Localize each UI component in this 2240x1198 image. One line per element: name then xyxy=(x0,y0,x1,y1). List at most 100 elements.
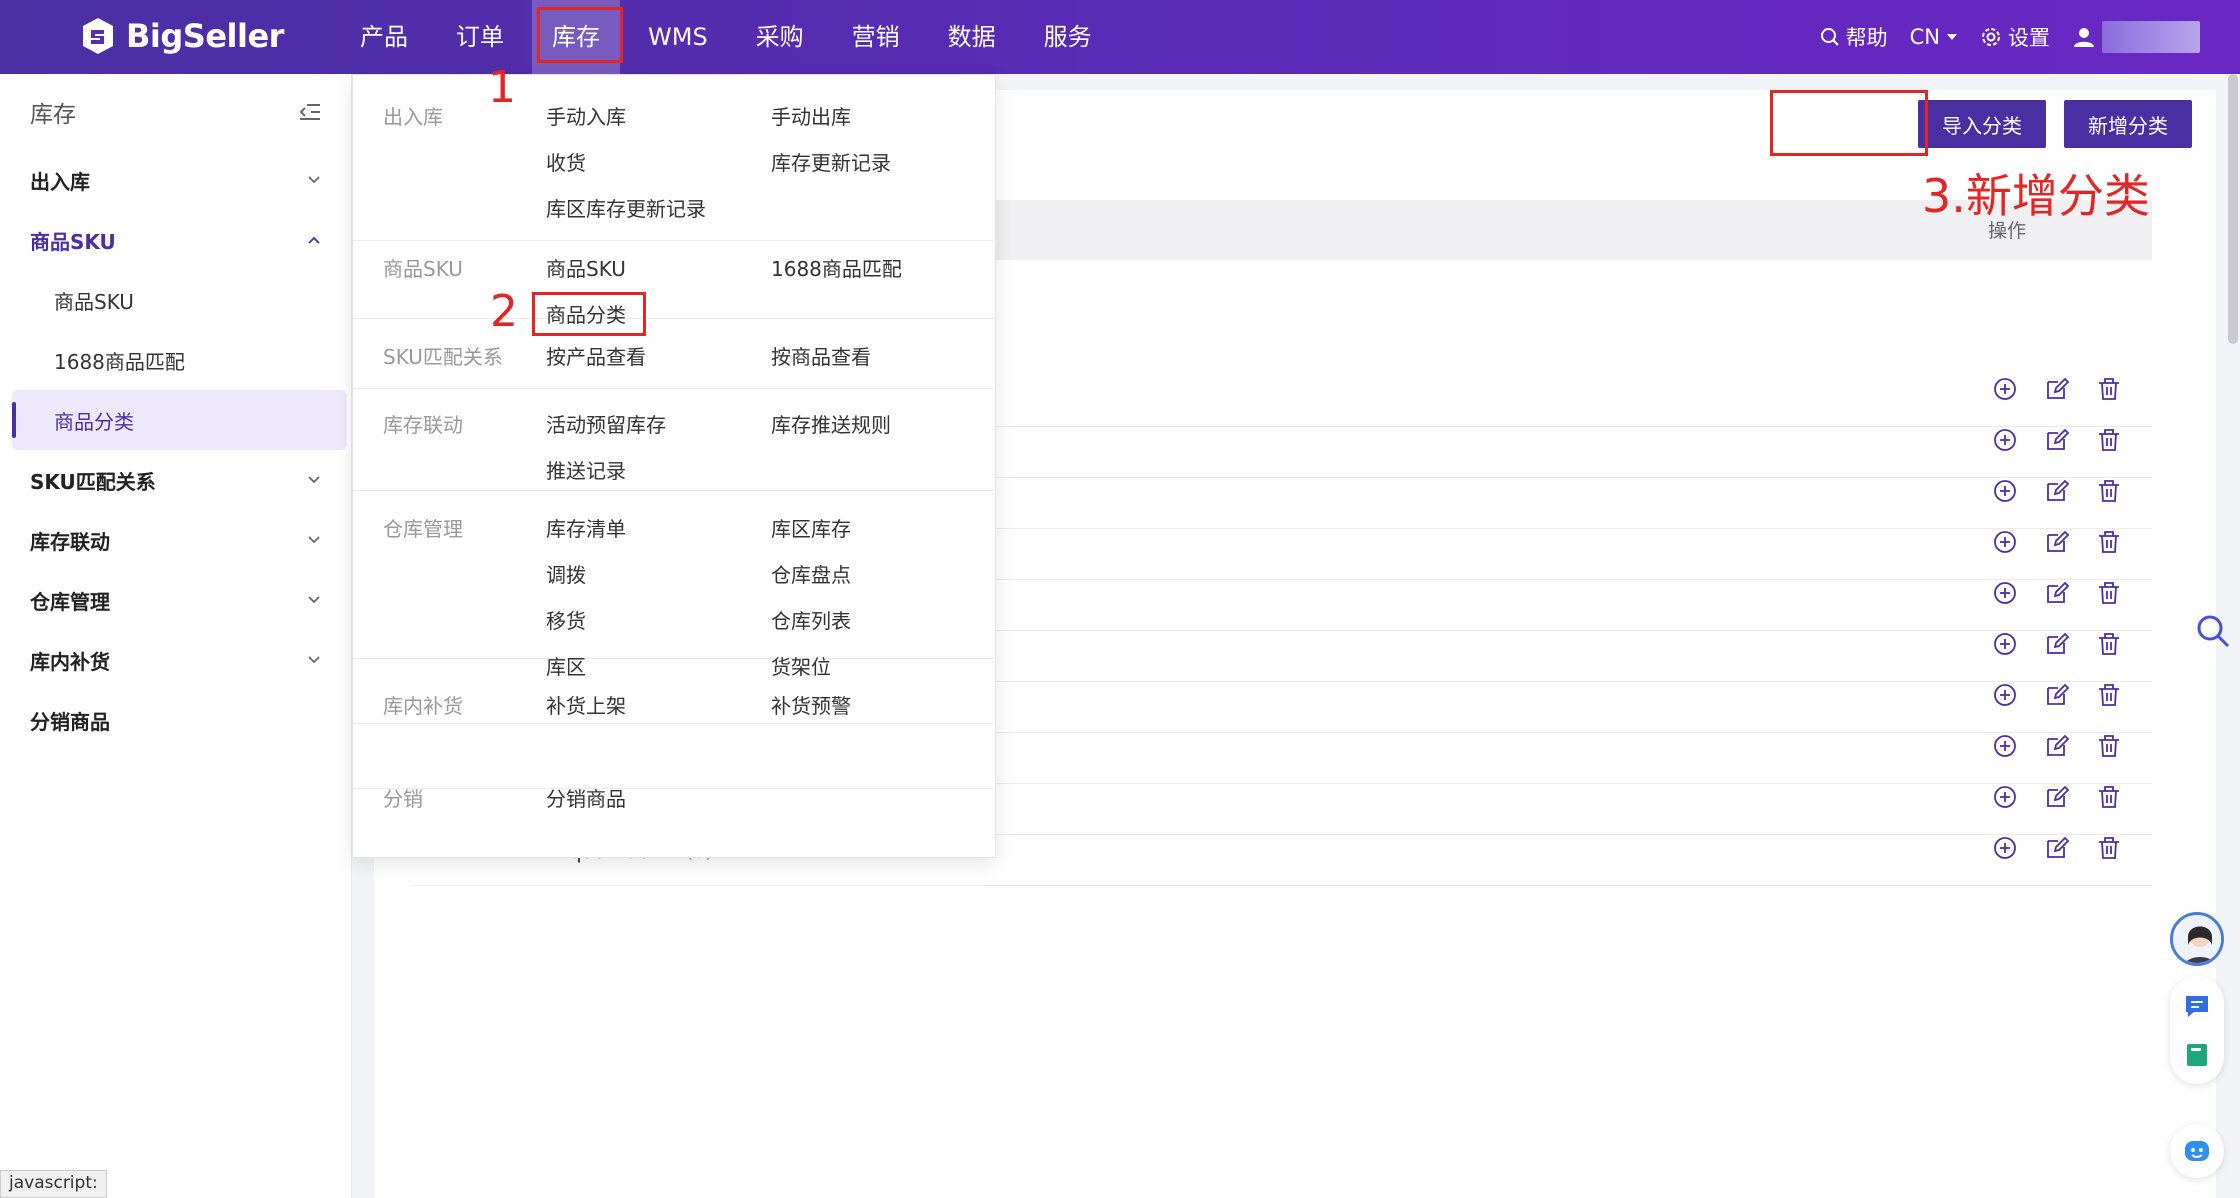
user-menu[interactable] xyxy=(2072,21,2200,53)
row-actions xyxy=(1992,478,2122,504)
sidebar-subitem-product-sku[interactable]: 商品SKU xyxy=(0,270,351,330)
add-subcategory-icon[interactable] xyxy=(1992,376,2018,402)
add-category-button[interactable]: 新增分类 xyxy=(2064,100,2192,148)
edit-icon[interactable] xyxy=(2044,682,2070,708)
dd-section-warehouse: 仓库管理 库存清单 库区库存 调拨 仓库盘点 移货 仓库列表 库区 货架位 xyxy=(353,491,997,679)
sidebar-item-product-sku[interactable]: 商品SKU xyxy=(0,210,351,270)
add-subcategory-icon[interactable] xyxy=(1992,784,2018,810)
chatbot-button[interactable] xyxy=(2170,1124,2224,1178)
annotation-step-1: 1 xyxy=(488,62,516,113)
delete-icon[interactable] xyxy=(2096,784,2122,810)
dd-section-stock-sync: 库存联动 活动预留库存 库存推送规则 推送记录 xyxy=(353,389,997,491)
edit-icon[interactable] xyxy=(2044,784,2070,810)
settings-link[interactable]: 设置 xyxy=(1980,22,2050,52)
dd-category-label: 仓库管理 xyxy=(383,517,463,541)
add-subcategory-icon[interactable] xyxy=(1992,580,2018,606)
page-actions: 导入分类 新增分类 xyxy=(1918,100,2192,148)
dd-link-replenish-alert[interactable]: 补货预警 xyxy=(771,690,851,719)
dd-link-transfer[interactable]: 调拨 xyxy=(546,559,586,588)
dd-link-distribution-goods[interactable]: 分销商品 xyxy=(546,783,626,812)
nav-data[interactable]: 数据 xyxy=(928,0,1016,74)
dd-link-product-sku[interactable]: 商品SKU xyxy=(546,253,626,282)
add-subcategory-icon[interactable] xyxy=(1992,631,2018,657)
dd-link-stocktake[interactable]: 仓库盘点 xyxy=(771,559,851,588)
support-avatar[interactable] xyxy=(2170,912,2224,966)
settings-label: 设置 xyxy=(2008,26,2050,50)
dd-link-reserved-stock[interactable]: 活动预留库存 xyxy=(546,409,666,438)
dd-link-push-rules[interactable]: 库存推送规则 xyxy=(771,409,891,438)
dd-link-manual-inbound[interactable]: 手动入库 xyxy=(546,101,626,130)
edit-icon[interactable] xyxy=(2044,631,2070,657)
floating-search-icon[interactable] xyxy=(2196,614,2230,648)
delete-icon[interactable] xyxy=(2096,376,2122,402)
delete-icon[interactable] xyxy=(2096,631,2122,657)
nav-wms[interactable]: WMS xyxy=(628,0,728,74)
add-subcategory-icon[interactable] xyxy=(1992,733,2018,759)
edit-icon[interactable] xyxy=(2044,529,2070,555)
language-selector[interactable]: CN xyxy=(1910,25,1958,49)
delete-icon[interactable] xyxy=(2096,529,2122,555)
sidebar-item-sku-mapping[interactable]: SKU匹配关系 xyxy=(0,450,351,510)
add-subcategory-icon[interactable] xyxy=(1992,682,2018,708)
brand-name: BigSeller xyxy=(126,17,284,55)
dd-link-replenish-shelving[interactable]: 补货上架 xyxy=(546,690,626,719)
dd-link-zone-stock-update-log[interactable]: 库区库存更新记录 xyxy=(546,193,706,222)
sidebar-item-replenish[interactable]: 库内补货 xyxy=(0,630,351,690)
dd-link-zone-stock[interactable]: 库区库存 xyxy=(771,513,851,542)
dd-link-move-goods[interactable]: 移货 xyxy=(546,605,586,634)
page-scrollbar[interactable] xyxy=(2228,74,2238,344)
dd-link-warehouse-list[interactable]: 仓库列表 xyxy=(771,605,851,634)
sidebar-subitem-product-category[interactable]: 商品分类 xyxy=(12,390,347,450)
sidebar-item-label: 库存联动 xyxy=(30,529,110,554)
collapse-menu-icon[interactable] xyxy=(299,103,321,121)
delete-icon[interactable] xyxy=(2096,682,2122,708)
dd-link-shelf[interactable]: 货架位 xyxy=(771,651,831,680)
add-subcategory-icon[interactable] xyxy=(1992,478,2018,504)
dd-link-stock-update-log[interactable]: 库存更新记录 xyxy=(771,147,891,176)
delete-icon[interactable] xyxy=(2096,733,2122,759)
sidebar-subitem-1688-match[interactable]: 1688商品匹配 xyxy=(0,330,351,390)
dd-link-stock-list[interactable]: 库存清单 xyxy=(546,513,626,542)
dd-section-replenish: 库内补货 补货上架 补货预警 xyxy=(353,694,997,789)
dd-category-label: SKU匹配关系 xyxy=(383,345,503,369)
edit-icon[interactable] xyxy=(2044,733,2070,759)
add-subcategory-icon[interactable] xyxy=(1992,529,2018,555)
delete-icon[interactable] xyxy=(2096,478,2122,504)
delete-icon[interactable] xyxy=(2096,427,2122,453)
left-sidebar: 库存 出入库 商品SKU 商品SKU 1688商品匹配 商品分类 SKU匹配关系… xyxy=(0,74,352,1198)
edit-icon[interactable] xyxy=(2044,478,2070,504)
dd-link-zone[interactable]: 库区 xyxy=(546,651,586,680)
edit-icon[interactable] xyxy=(2044,427,2070,453)
brand-logo[interactable]: BigSeller xyxy=(80,16,284,56)
dd-link-manual-outbound[interactable]: 手动出库 xyxy=(771,101,851,130)
delete-icon[interactable] xyxy=(2096,835,2122,861)
nav-marketing[interactable]: 营销 xyxy=(832,0,920,74)
feedback-icon[interactable] xyxy=(2184,994,2210,1018)
row-actions xyxy=(1992,733,2122,759)
edit-icon[interactable] xyxy=(2044,376,2070,402)
dd-link-push-log[interactable]: 推送记录 xyxy=(546,455,626,484)
edit-icon[interactable] xyxy=(2044,580,2070,606)
delete-icon[interactable] xyxy=(2096,580,2122,606)
nav-products[interactable]: 产品 xyxy=(340,0,428,74)
edit-icon[interactable] xyxy=(2044,835,2070,861)
nav-purchase[interactable]: 采购 xyxy=(736,0,824,74)
sidebar-item-inbound-outbound[interactable]: 出入库 xyxy=(0,150,351,210)
help-link[interactable]: 帮助 xyxy=(1820,22,1888,52)
sidebar-item-distribution[interactable]: 分销商品 xyxy=(0,690,351,750)
chevron-down-icon xyxy=(308,476,320,484)
dd-link-by-goods[interactable]: 按商品查看 xyxy=(771,341,871,370)
annotation-box-add-category xyxy=(1770,90,1928,156)
annotation-box-nav-inventory xyxy=(537,7,623,63)
import-category-button[interactable]: 导入分类 xyxy=(1918,100,2046,148)
add-subcategory-icon[interactable] xyxy=(1992,427,2018,453)
guide-book-icon[interactable] xyxy=(2185,1042,2209,1068)
add-subcategory-icon[interactable] xyxy=(1992,835,2018,861)
dd-link-by-product[interactable]: 按产品查看 xyxy=(546,341,646,370)
dd-section-distribution: 分销 分销商品 xyxy=(353,787,997,857)
dd-link-1688-match[interactable]: 1688商品匹配 xyxy=(771,253,902,282)
sidebar-item-warehouse[interactable]: 仓库管理 xyxy=(0,570,351,630)
sidebar-item-stock-sync[interactable]: 库存联动 xyxy=(0,510,351,570)
nav-services[interactable]: 服务 xyxy=(1024,0,1112,74)
dd-link-receiving[interactable]: 收货 xyxy=(546,147,586,176)
